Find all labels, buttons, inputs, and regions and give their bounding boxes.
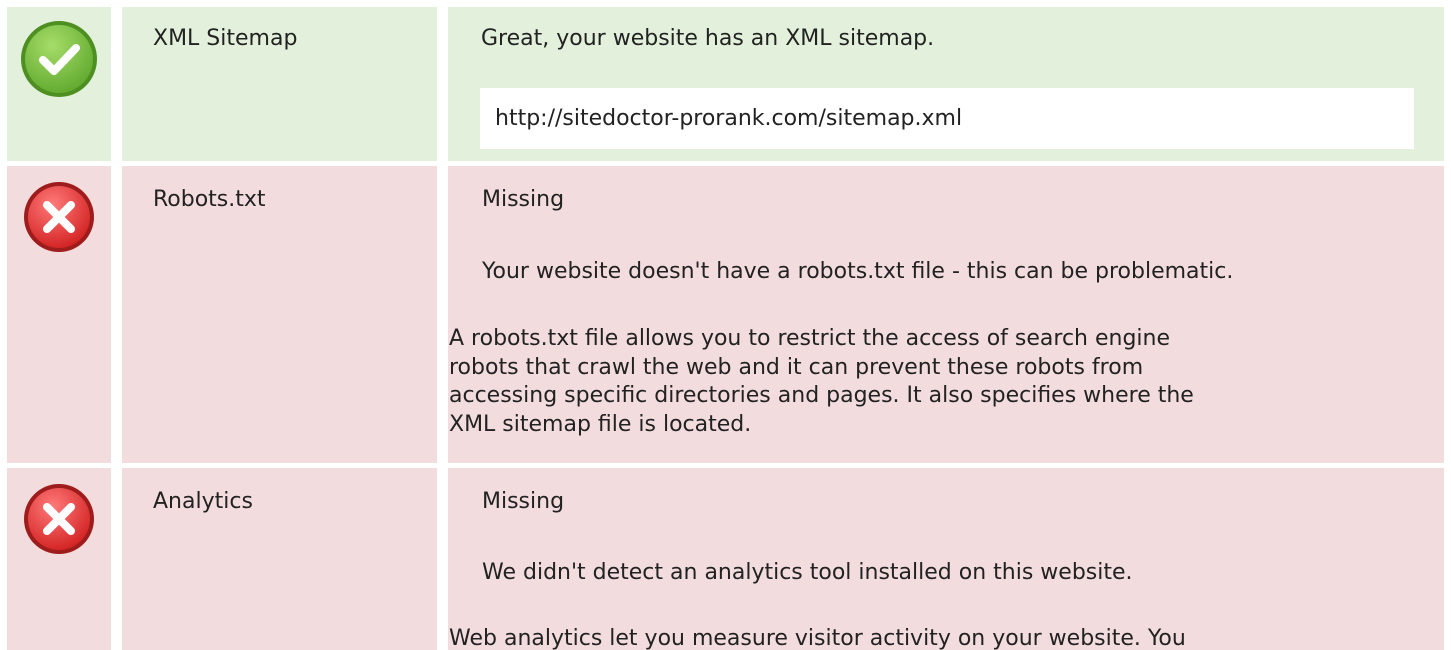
detail-cell-analytics: Missing We didn't detect an analytics to… xyxy=(448,468,1444,650)
row-label: Analytics xyxy=(153,489,253,514)
sitemap-url-box: http://sitedoctor-prorank.com/sitemap.xm… xyxy=(480,88,1414,149)
detail-cell-robots: Missing Your website doesn't have a robo… xyxy=(448,166,1444,463)
description-line: XML sitemap file is located. xyxy=(449,411,752,437)
description-line: robots that crawl the web and it can pre… xyxy=(449,354,1144,380)
check-circle-icon xyxy=(21,21,97,97)
error-x-circle-icon xyxy=(24,484,94,554)
row-label: XML Sitemap xyxy=(153,26,298,51)
description-line: A robots.txt file allows you to restrict… xyxy=(449,326,1171,351)
row-message: Your website doesn't have a robots.txt f… xyxy=(482,259,1234,284)
status-text: Missing xyxy=(482,187,565,212)
row-message: We didn't detect an analytics tool insta… xyxy=(482,560,1133,585)
status-cell-analytics xyxy=(7,468,111,650)
label-cell-robots: Robots.txt xyxy=(122,166,437,463)
error-x-circle-icon xyxy=(24,182,94,252)
row-description: A robots.txt file allows you to restrict… xyxy=(449,325,1194,439)
label-cell-xml-sitemap: XML Sitemap xyxy=(122,7,437,161)
sitemap-url[interactable]: http://sitedoctor-prorank.com/sitemap.xm… xyxy=(495,106,962,132)
row-description: Web analytics let you measure visitor ac… xyxy=(449,625,1186,650)
label-cell-analytics: Analytics xyxy=(122,468,437,650)
status-text: Missing xyxy=(482,489,565,514)
status-cell-robots xyxy=(7,166,111,463)
description-line: Web analytics let you measure visitor ac… xyxy=(449,626,1186,650)
detail-cell-xml-sitemap: Great, your website has an XML sitemap. … xyxy=(448,7,1444,161)
row-label: Robots.txt xyxy=(153,187,266,212)
status-cell-xml-sitemap xyxy=(7,7,111,161)
seo-report: XML Sitemap Great, your website has an X… xyxy=(0,0,1451,650)
row-message: Great, your website has an XML sitemap. xyxy=(481,26,935,51)
description-line: accessing specific directories and pages… xyxy=(449,383,1194,408)
